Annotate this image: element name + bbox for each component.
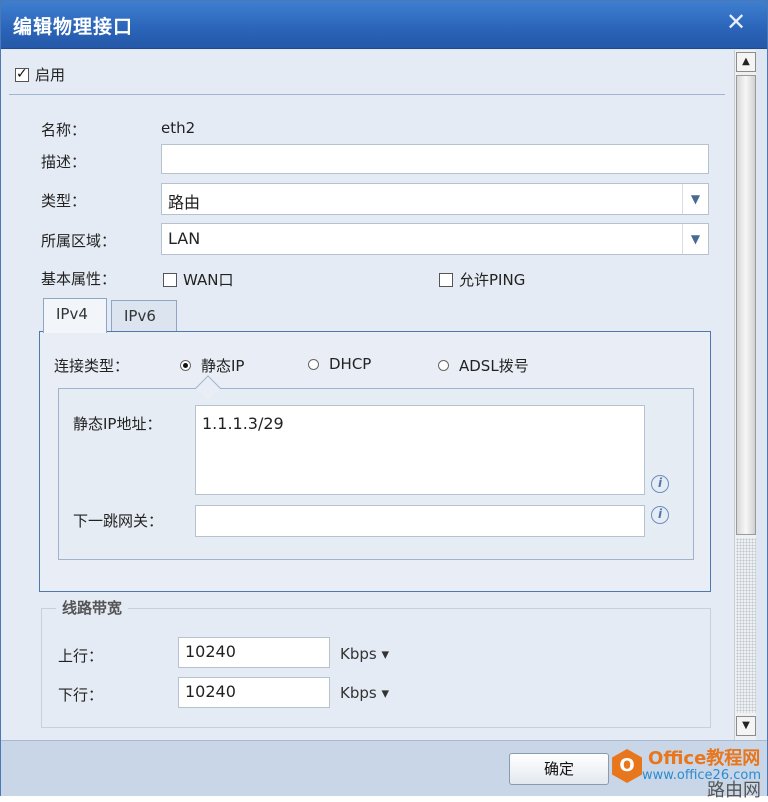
description-input[interactable] [161, 144, 709, 174]
watermark-title: Office教程网 [648, 747, 761, 769]
type-select-value: 路由 [168, 193, 201, 212]
divider [9, 94, 725, 95]
upload-unit-dropdown[interactable]: Kbps ▾ [340, 645, 389, 663]
radio-static-ip-label: 静态IP [201, 357, 245, 375]
description-label: 描述： [41, 153, 87, 171]
static-ip-label: 静态IP地址： [73, 415, 162, 433]
enable-checkbox[interactable] [15, 66, 29, 82]
static-ip-box: 静态IP地址： 1.1.1.3/29 i 下一跳网关： i [58, 375, 694, 560]
enable-row[interactable]: 启用 [15, 64, 65, 85]
title-bar[interactable]: 编辑物理接口 ✕ [1, 1, 767, 49]
info-icon[interactable]: i [651, 506, 669, 524]
type-label: 类型： [41, 192, 87, 210]
upload-label: 上行： [58, 647, 104, 665]
pointer-arrow [195, 375, 221, 401]
office-logo-icon: O [612, 749, 643, 783]
info-icon[interactable]: i [651, 475, 669, 493]
ping-checkbox-row[interactable]: 允许PING [439, 269, 525, 290]
dialog-title: 编辑物理接口 [13, 16, 134, 38]
corner-watermark: 路由网 [707, 780, 761, 801]
radio-dhcp-label: DHCP [329, 355, 372, 373]
tab-ipv6[interactable]: IPv6 [111, 300, 177, 333]
vertical-scrollbar[interactable]: ▲ ▼ [734, 50, 756, 740]
static-ip-textarea[interactable]: 1.1.1.3/29 [195, 405, 645, 495]
scrollbar-thumb[interactable] [736, 75, 756, 535]
wan-checkbox-row[interactable]: WAN口 [163, 269, 234, 290]
radio-adsl-label: ADSL拨号 [459, 357, 529, 375]
zone-select-value: LAN [168, 229, 201, 248]
radio-static-ip[interactable]: 静态IP [180, 355, 244, 376]
scroll-down-icon[interactable]: ▼ [736, 716, 756, 736]
bandwidth-fieldset: 线路带宽 上行： 10240 Kbps ▾ 下行： 10240 Kbps ▾ [41, 597, 711, 728]
radio-dhcp-button[interactable] [308, 358, 319, 370]
close-icon[interactable]: ✕ [723, 9, 749, 35]
zone-label: 所属区域： [41, 232, 117, 250]
ipv4-panel: 连接类型： 静态IP DHCP ADSL拨号 静态IP地址： 1.1.1.3/2… [39, 331, 711, 592]
ping-checkbox[interactable] [439, 272, 453, 287]
chevron-down-icon[interactable]: ▼ [682, 224, 708, 254]
radio-adsl[interactable]: ADSL拨号 [438, 355, 529, 376]
ping-label: 允许PING [459, 271, 526, 289]
download-input[interactable]: 10240 [178, 677, 330, 708]
radio-dhcp[interactable]: DHCP [308, 355, 371, 373]
enable-label: 启用 [35, 66, 66, 84]
radio-adsl-button[interactable] [438, 360, 449, 371]
chevron-down-icon[interactable]: ▼ [682, 184, 708, 214]
wan-label: WAN口 [183, 271, 234, 289]
gateway-input[interactable] [195, 505, 645, 537]
dialog-content: 启用 名称： eth2 描述： 类型： 路由 ▼ 所属区域： LAN ▼ 基本属… [1, 50, 734, 740]
dialog-footer: 确定 O Office教程网 www.office26.com [1, 740, 767, 796]
edit-interface-dialog: 编辑物理接口 ✕ 启用 名称： eth2 描述： 类型： 路由 ▼ 所属区域： … [0, 0, 768, 801]
bandwidth-legend: 线路带宽 [56, 597, 129, 618]
name-label: 名称： [41, 121, 87, 139]
tab-ipv4[interactable]: IPv4 [43, 298, 107, 333]
upload-input[interactable]: 10240 [178, 637, 330, 668]
gateway-label: 下一跳网关： [73, 512, 164, 530]
name-value: eth2 [161, 119, 196, 137]
conn-type-label: 连接类型： [54, 357, 130, 375]
type-select[interactable]: 路由 ▼ [161, 183, 709, 215]
zone-select[interactable]: LAN ▼ [161, 223, 709, 255]
basic-attr-label: 基本属性： [41, 270, 117, 288]
ok-button[interactable]: 确定 [509, 753, 609, 785]
scroll-up-icon[interactable]: ▲ [736, 52, 756, 72]
radio-static-ip-button[interactable] [180, 360, 191, 371]
download-label: 下行： [58, 686, 104, 704]
scrollbar-track[interactable] [736, 538, 756, 713]
download-unit-dropdown[interactable]: Kbps ▾ [340, 684, 389, 702]
wan-checkbox[interactable] [163, 272, 177, 287]
